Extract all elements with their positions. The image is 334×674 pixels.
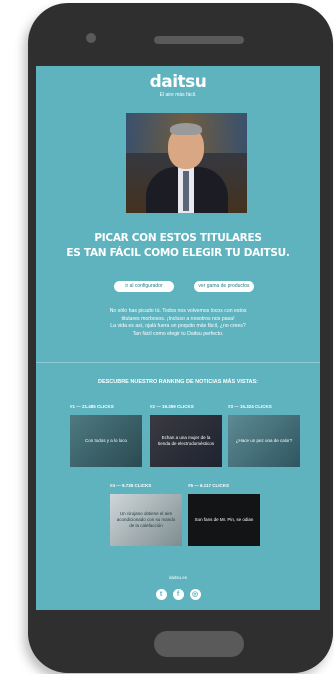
speaker-grille <box>154 36 244 44</box>
news-rank: #1 — 21.485 CLICKS <box>70 404 114 409</box>
news-rank: #5 — 6.117 CLICKS <box>188 483 230 488</box>
news-card-1[interactable]: #1 — 21.485 CLICKS Con todos y a lo loco <box>70 404 142 467</box>
news-caption: ¿Hace un pez una de calor? <box>235 438 293 443</box>
news-card-5[interactable]: #5 — 6.117 CLICKS Son fans de Mr. Pin, s… <box>188 483 260 546</box>
news-rank: #2 — 19.359 CLICKS <box>150 404 194 409</box>
tagline: El aire más fácil. <box>159 92 197 98</box>
footer-domain-link[interactable]: daitsu.es <box>36 575 320 580</box>
divider <box>36 362 320 363</box>
social-links: t f ◎ <box>36 589 320 600</box>
news-caption: Echan a una mujer de la tienda de electr… <box>157 435 215 446</box>
news-caption: Con todos y a lo loco <box>84 438 128 443</box>
intro-paragraph: No sólo has picado tú. Todos nos volvemo… <box>109 308 247 337</box>
camera-icon <box>86 33 96 43</box>
news-image[interactable]: ¿Hace un pez una de calor? <box>228 415 300 467</box>
configurator-button[interactable]: ir al configurador <box>114 281 174 292</box>
news-image[interactable]: Con todos y a lo loco <box>70 415 142 467</box>
news-rank: #4 — 9.735 CLICKS <box>110 483 152 488</box>
ranking-title: DESCUBRE NUESTRO RANKING DE NOTICIAS MÁS… <box>97 379 259 385</box>
product-range-button[interactable]: ver gama de productos <box>194 281 254 292</box>
news-card-2[interactable]: #2 — 19.359 CLICKS Echan a una mujer de … <box>150 404 222 467</box>
news-image[interactable]: Son fans de Mr. Pin, se odian <box>188 494 260 546</box>
news-image[interactable]: Un cirujano obtiene el aire acondicionad… <box>110 494 182 546</box>
hero-image <box>126 113 247 213</box>
headline: PICAR CON ESTOS TITULARES ES TAN FÁCIL C… <box>66 232 290 259</box>
news-caption: Un cirujano obtiene el aire acondicionad… <box>116 511 176 528</box>
twitter-icon[interactable]: t <box>155 589 167 600</box>
news-card-3[interactable]: #3 — 15.324 CLICKS ¿Hace un pez una de c… <box>228 404 300 467</box>
home-button[interactable] <box>154 631 244 657</box>
news-caption: Son fans de Mr. Pin, se odian <box>194 517 254 522</box>
news-card-4[interactable]: #4 — 9.735 CLICKS Un cirujano obtiene el… <box>110 483 182 546</box>
email-screen: daitsu El aire más fácil. PICAR CON ESTO… <box>36 66 320 610</box>
instagram-icon[interactable]: ◎ <box>189 589 201 600</box>
news-image[interactable]: Echan a una mujer de la tienda de electr… <box>150 415 222 467</box>
daitsu-logo[interactable]: daitsu <box>36 72 320 92</box>
news-rank: #3 — 15.324 CLICKS <box>228 404 272 409</box>
facebook-icon[interactable]: f <box>172 589 184 600</box>
